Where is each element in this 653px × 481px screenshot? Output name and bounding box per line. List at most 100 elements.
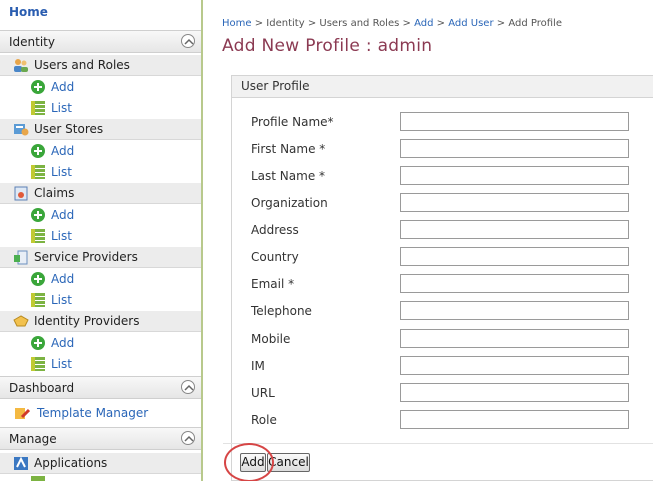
- highlight-annotation: [224, 443, 274, 481]
- field-label-telephone: Telephone: [251, 304, 312, 318]
- sidebar-group-label: Users and Roles: [34, 58, 130, 72]
- section-header-label: Manage: [9, 432, 57, 446]
- sidebar-group-service-providers[interactable]: Service Providers: [0, 247, 201, 268]
- field-label-country: Country: [251, 250, 299, 264]
- breadcrumb-separator: >: [254, 18, 264, 29]
- sidebar-group-label: User Stores: [34, 122, 104, 136]
- role-input[interactable]: [400, 410, 629, 429]
- url-input[interactable]: [400, 383, 629, 402]
- sidebar-item-label: List: [51, 165, 72, 179]
- field-label-last-name: Last Name *: [251, 169, 326, 183]
- sidebar-group-label: Service Providers: [34, 250, 138, 264]
- sidebar-item-user-stores-list[interactable]: List: [0, 162, 201, 183]
- sidebar-item-applications[interactable]: Applications: [0, 453, 201, 474]
- mobile-input[interactable]: [400, 329, 629, 348]
- sidebar-item-identity-providers-add[interactable]: Add: [0, 333, 201, 354]
- im-input[interactable]: [400, 356, 629, 375]
- list-icon: [31, 229, 45, 243]
- field-label-url: URL: [251, 386, 275, 400]
- sidebar-item-claims-add[interactable]: Add: [0, 205, 201, 226]
- field-label-mobile: Mobile: [251, 332, 291, 346]
- sidebar-item-label: Add: [51, 80, 75, 94]
- collapse-icon[interactable]: [181, 34, 195, 48]
- address-input[interactable]: [400, 220, 629, 239]
- field-label-role: Role: [251, 413, 277, 427]
- field-label-profile-name: Profile Name*: [251, 115, 334, 129]
- page-title: Add New Profile : admin: [222, 36, 433, 56]
- collapse-icon[interactable]: [181, 431, 195, 445]
- sidebar-item-label: Add: [51, 144, 75, 158]
- section-header-label: Dashboard: [9, 381, 75, 395]
- sidebar-item-service-providers-add[interactable]: Add: [0, 269, 201, 290]
- sidebar-item-label: Applications: [34, 456, 108, 470]
- field-label-im: IM: [251, 359, 265, 373]
- section-header-identity[interactable]: Identity: [0, 30, 201, 53]
- sidebar-item-identity-providers-list[interactable]: List: [0, 354, 201, 375]
- profile-name-input[interactable]: [400, 112, 629, 131]
- collapse-icon[interactable]: [181, 380, 195, 394]
- breadcrumb-separator: >: [496, 18, 506, 29]
- sidebar-home-link[interactable]: Home: [9, 5, 48, 19]
- section-header-manage[interactable]: Manage: [0, 427, 201, 450]
- field-label-first-name: First Name *: [251, 142, 326, 156]
- breadcrumb-separator: >: [436, 18, 446, 29]
- applications-icon: [13, 456, 29, 471]
- sidebar-item-label: Template Manager: [37, 406, 149, 420]
- sidebar-item-label: Add: [51, 208, 75, 222]
- sidebar-group-user-stores[interactable]: User Stores: [0, 119, 201, 140]
- sidebar-group-identity-providers[interactable]: Identity Providers: [0, 311, 201, 332]
- sidebar-item-label: Add: [51, 336, 75, 350]
- list-icon: [31, 165, 45, 179]
- email-input[interactable]: [400, 274, 629, 293]
- add-icon: [31, 80, 45, 94]
- template-manager-icon: [14, 406, 31, 421]
- sidebar-item-users-list[interactable]: List: [0, 98, 201, 119]
- sidebar-group-label: Identity Providers: [34, 314, 140, 328]
- sidebar-item-label: List: [51, 229, 72, 243]
- list-icon: [31, 101, 45, 115]
- breadcrumb-separator: >: [307, 18, 317, 29]
- country-input[interactable]: [400, 247, 629, 266]
- breadcrumb-separator: >: [402, 18, 411, 29]
- breadcrumb: Home > Identity > Users and Roles > Add …: [222, 18, 562, 29]
- sidebar-item-label: Add: [51, 272, 75, 286]
- organization-input[interactable]: [400, 193, 629, 212]
- user-store-icon: [13, 122, 29, 137]
- breadcrumb-users-roles: Users and Roles: [319, 18, 400, 29]
- list-icon: [31, 293, 45, 307]
- sidebar-group-label: Claims: [34, 186, 75, 200]
- sidebar-group-users-and-roles[interactable]: Users and Roles: [0, 55, 201, 76]
- sidebar-item-user-stores-add[interactable]: Add: [0, 141, 201, 162]
- breadcrumb-home[interactable]: Home: [222, 18, 252, 29]
- sidebar-item-claims-list[interactable]: List: [0, 226, 201, 247]
- sidebar-item-label: List: [51, 101, 72, 115]
- sidebar-group-claims[interactable]: Claims: [0, 183, 201, 204]
- panel-title: User Profile: [232, 76, 653, 98]
- field-label-address: Address: [251, 223, 299, 237]
- field-label-organization: Organization: [251, 196, 328, 210]
- add-icon: [31, 208, 45, 222]
- first-name-input[interactable]: [400, 139, 629, 158]
- sidebar-item-users-add[interactable]: Add: [0, 77, 201, 98]
- claims-icon: [13, 186, 29, 201]
- section-header-dashboard[interactable]: Dashboard: [0, 376, 201, 399]
- add-icon: [31, 144, 45, 158]
- telephone-input[interactable]: [400, 301, 629, 320]
- field-label-email: Email *: [251, 277, 295, 291]
- sidebar-item-service-providers-list[interactable]: List: [0, 290, 201, 311]
- service-provider-icon: [13, 250, 29, 265]
- users-icon: [13, 58, 29, 73]
- last-name-input[interactable]: [400, 166, 629, 185]
- add-icon: [31, 336, 45, 350]
- section-header-label: Identity: [9, 35, 55, 49]
- breadcrumb-current: Add Profile: [508, 18, 562, 29]
- list-icon: [31, 357, 45, 371]
- identity-provider-icon: [13, 314, 29, 329]
- breadcrumb-add-user[interactable]: Add User: [448, 18, 493, 29]
- sidebar: Home Identity Users and Roles Add List U…: [0, 0, 203, 481]
- add-icon: [31, 272, 45, 286]
- sidebar-item-label: List: [51, 357, 72, 371]
- sidebar-item-template-manager[interactable]: Template Manager: [0, 403, 201, 424]
- sidebar-item-label: List: [51, 293, 72, 307]
- breadcrumb-add[interactable]: Add: [414, 18, 433, 29]
